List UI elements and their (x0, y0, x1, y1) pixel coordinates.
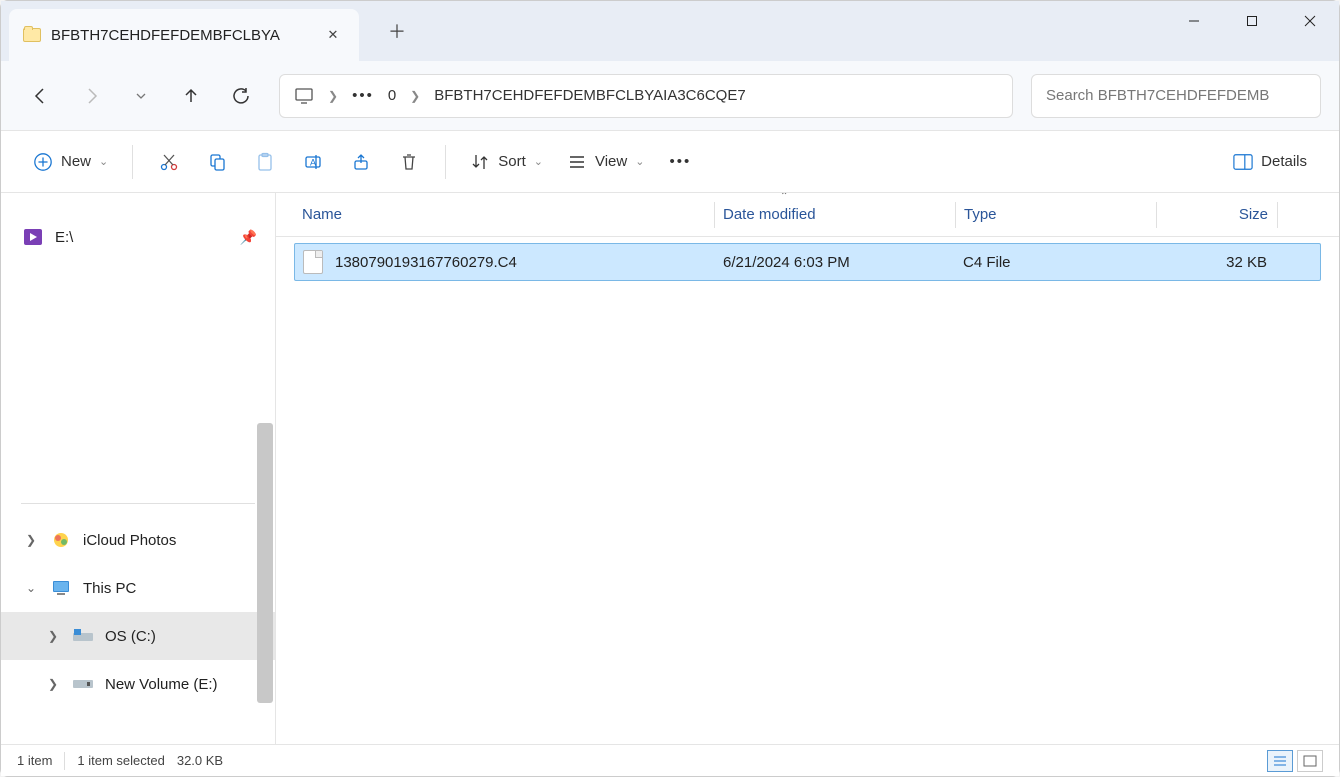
file-row[interactable]: 1380790193167760279.C4 6/21/2024 6:03 PM… (294, 243, 1321, 281)
photos-icon (51, 531, 71, 549)
pin-icon[interactable]: 📌 (240, 229, 257, 246)
sort-label: Sort (498, 153, 526, 170)
chevron-down-icon[interactable]: ⌄ (23, 581, 39, 595)
chevron-right-icon[interactable]: ❯ (410, 89, 420, 103)
main-area: E:\ 📌 ❯ iCloud Photos ⌄ This PC ❯ OS (C:… (1, 193, 1339, 744)
drive-icon (73, 675, 93, 693)
back-button[interactable] (19, 74, 63, 118)
refresh-button[interactable] (219, 74, 263, 118)
window-controls (1165, 1, 1339, 41)
sidebar-label: OS (C:) (105, 628, 156, 645)
chevron-right-icon[interactable]: ❯ (328, 89, 338, 103)
file-date: 6/21/2024 6:03 PM (715, 254, 955, 271)
details-pane-button[interactable]: Details (1223, 142, 1317, 182)
status-size: 32.0 KB (177, 753, 223, 768)
file-type: C4 File (955, 254, 1155, 271)
video-drive-icon (23, 228, 43, 246)
column-size[interactable]: Size (1157, 193, 1277, 236)
new-tab-button[interactable]: ＋ (377, 11, 417, 51)
folder-icon (23, 28, 41, 42)
chevron-down-icon: ⌄ (635, 155, 644, 168)
divider (21, 503, 255, 504)
sort-button[interactable]: Sort ⌄ (460, 142, 553, 182)
sidebar-item-this-pc[interactable]: ⌄ This PC (1, 564, 275, 612)
new-button[interactable]: New ⌄ (23, 142, 118, 182)
details-view-toggle[interactable] (1267, 750, 1293, 772)
cut-button[interactable] (147, 142, 191, 182)
new-label: New (61, 153, 91, 170)
details-icon (1233, 152, 1253, 172)
chevron-right-icon[interactable]: ❯ (23, 533, 39, 547)
chevron-down-icon: ⌄ (99, 155, 108, 168)
nav-row: ❯ ••• 0 ❯ BFBTH7CEHDFEFDEMBFCLBYAIA3C6CQ… (1, 61, 1339, 131)
tab-close-button[interactable]: ✕ (321, 23, 345, 47)
breadcrumb-more[interactable]: ••• (352, 87, 374, 104)
status-bar: 1 item 1 item selected 32.0 KB (1, 744, 1339, 776)
file-icon (303, 250, 323, 274)
address-bar[interactable]: ❯ ••• 0 ❯ BFBTH7CEHDFEFDEMBFCLBYAIA3C6CQ… (279, 74, 1013, 118)
drive-icon (73, 627, 93, 645)
tab-title: BFBTH7CEHDFEFDEMBFCLBYA (51, 27, 311, 44)
search-placeholder: Search BFBTH7CEHDFEFDEMB (1046, 87, 1269, 104)
view-toggles (1267, 750, 1323, 772)
recent-locations-button[interactable] (119, 74, 163, 118)
column-type[interactable]: Type (956, 193, 1156, 236)
chevron-right-icon[interactable]: ❯ (45, 677, 61, 691)
plus-circle-icon (33, 152, 53, 172)
pc-icon (51, 579, 71, 597)
sidebar-item-drive-e[interactable]: E:\ 📌 (1, 213, 275, 261)
copy-button[interactable] (195, 142, 239, 182)
paste-button[interactable] (243, 142, 287, 182)
column-date[interactable]: Date modified (715, 193, 955, 236)
chevron-down-icon: ⌄ (534, 155, 543, 168)
pc-icon (294, 87, 314, 105)
breadcrumb-root[interactable]: 0 (388, 87, 396, 104)
file-list[interactable]: 1380790193167760279.C4 6/21/2024 6:03 PM… (276, 237, 1339, 744)
tab-active[interactable]: BFBTH7CEHDFEFDEMBFCLBYA ✕ (9, 9, 359, 61)
status-selected: 1 item selected (77, 753, 164, 768)
maximize-button[interactable] (1223, 1, 1281, 41)
svg-text:A: A (310, 157, 316, 167)
sidebar-label: New Volume (E:) (105, 676, 218, 693)
sort-icon (470, 152, 490, 172)
sidebar-label: E:\ (55, 229, 73, 246)
sidebar-item-icloud[interactable]: ❯ iCloud Photos (1, 516, 275, 564)
sidebar-label: iCloud Photos (83, 532, 176, 549)
view-button[interactable]: View ⌄ (557, 142, 654, 182)
column-name[interactable]: Name (294, 193, 714, 236)
separator (132, 145, 133, 179)
file-size: 32 KB (1155, 254, 1275, 271)
forward-button[interactable] (69, 74, 113, 118)
toolbar: New ⌄ A Sort ⌄ View ⌄ ••• Detai (1, 131, 1339, 193)
search-input[interactable]: Search BFBTH7CEHDFEFDEMB (1031, 74, 1321, 118)
sidebar-label: This PC (83, 580, 136, 597)
up-button[interactable] (169, 74, 213, 118)
share-button[interactable] (339, 142, 383, 182)
thumbnail-view-toggle[interactable] (1297, 750, 1323, 772)
separator (445, 145, 446, 179)
minimize-button[interactable] (1165, 1, 1223, 41)
column-headers: ⌃ Name Date modified Type Size (276, 193, 1339, 237)
details-label: Details (1261, 153, 1307, 170)
file-name: 1380790193167760279.C4 (335, 254, 517, 271)
content-area: ⌃ Name Date modified Type Size 138079019… (276, 193, 1339, 744)
rename-button[interactable]: A (291, 142, 335, 182)
status-count: 1 item (17, 753, 52, 768)
more-button[interactable]: ••• (658, 142, 702, 182)
sidebar-item-os-c[interactable]: ❯ OS (C:) (1, 612, 275, 660)
navigation-pane: E:\ 📌 ❯ iCloud Photos ⌄ This PC ❯ OS (C:… (1, 193, 276, 744)
breadcrumb-folder[interactable]: BFBTH7CEHDFEFDEMBFCLBYAIA3C6CQE7 (434, 87, 745, 104)
view-icon (567, 152, 587, 172)
close-window-button[interactable] (1281, 1, 1339, 41)
delete-button[interactable] (387, 142, 431, 182)
sort-indicator-icon: ⌃ (780, 193, 788, 202)
titlebar: BFBTH7CEHDFEFDEMBFCLBYA ✕ ＋ (1, 1, 1339, 61)
sidebar-item-new-volume[interactable]: ❯ New Volume (E:) (1, 660, 275, 708)
scrollbar[interactable] (257, 423, 273, 703)
separator (64, 752, 65, 770)
view-label: View (595, 153, 627, 170)
chevron-right-icon[interactable]: ❯ (45, 629, 61, 643)
